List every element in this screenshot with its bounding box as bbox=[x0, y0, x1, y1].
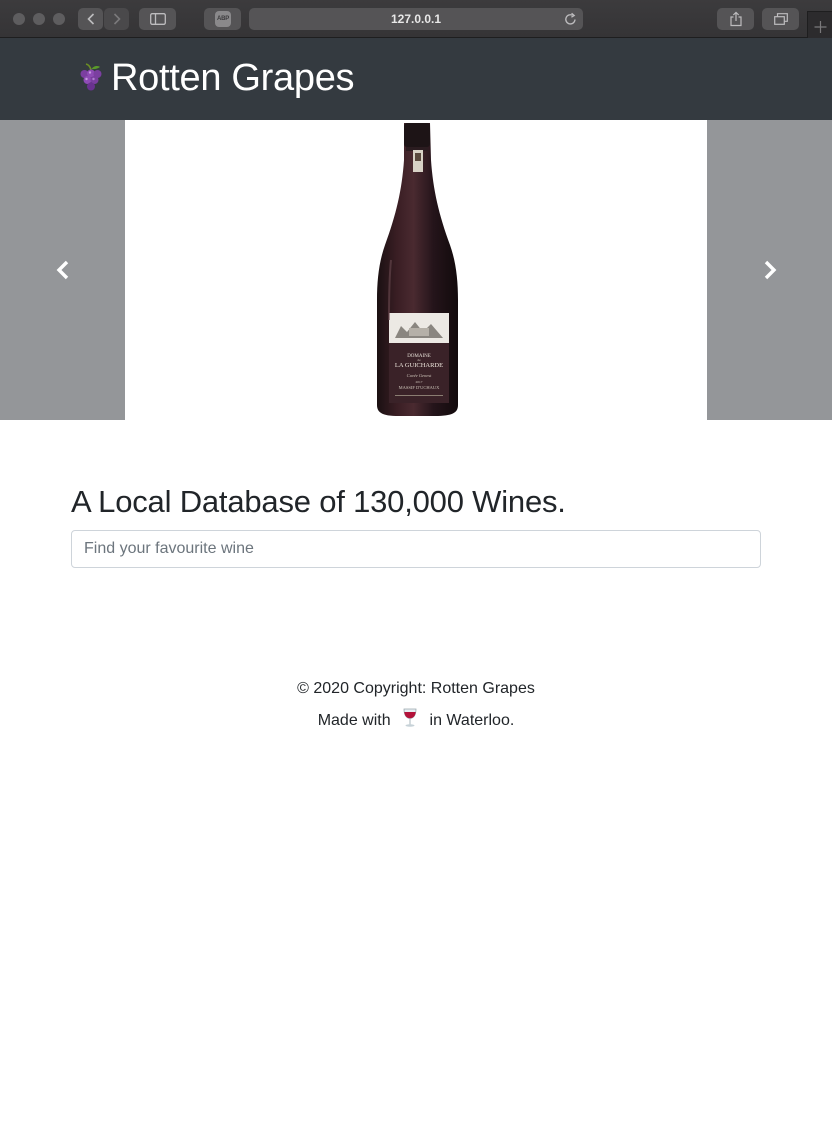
made-with-prefix: Made with bbox=[317, 712, 391, 729]
reload-icon[interactable] bbox=[564, 12, 577, 26]
label-year: 2017 bbox=[416, 380, 423, 384]
navbar: Rotten Grapes bbox=[0, 38, 832, 120]
close-window-button[interactable] bbox=[13, 13, 25, 25]
page-heading: A Local Database of 130,000 Wines. bbox=[71, 484, 566, 519]
label-cuvee: Cuvée Genest bbox=[407, 373, 433, 378]
sidebar-icon bbox=[149, 13, 166, 25]
zoom-window-button[interactable] bbox=[53, 13, 65, 25]
carousel-slide: DOMAINE de LA GUICHARDE Cuvée Genest 201… bbox=[125, 120, 707, 420]
wine-bottle-image: DOMAINE de LA GUICHARDE Cuvée Genest 201… bbox=[377, 123, 458, 416]
url-text: 127.0.0.1 bbox=[390, 12, 442, 26]
new-tab-button[interactable] bbox=[807, 11, 832, 38]
tabs-overview-button[interactable] bbox=[762, 8, 799, 30]
share-button[interactable] bbox=[717, 8, 754, 30]
carousel-next-button[interactable] bbox=[707, 120, 832, 420]
made-with-suffix: in Waterloo. bbox=[429, 712, 515, 729]
footer: © 2020 Copyright: Rotten Grapes Made wit… bbox=[0, 678, 832, 738]
browser-toolbar: ABP 127.0.0.1 bbox=[0, 0, 832, 38]
sidebar-toggle-button[interactable] bbox=[139, 8, 176, 30]
minimize-window-button[interactable] bbox=[33, 13, 45, 25]
copyright-text: © 2020 Copyright: Rotten Grapes bbox=[297, 680, 535, 697]
chevron-left-icon bbox=[86, 13, 94, 25]
chevron-right-icon bbox=[764, 260, 776, 280]
address-bar[interactable]: 127.0.0.1 bbox=[249, 8, 583, 30]
carousel-prev-button[interactable] bbox=[0, 120, 125, 420]
back-button[interactable] bbox=[78, 8, 103, 30]
tabs-icon bbox=[773, 13, 788, 25]
label-region: MASSIF D'UCHAUX bbox=[399, 385, 440, 390]
chevron-right-icon bbox=[113, 13, 121, 25]
made-with-line: Made with in Waterloo. bbox=[0, 708, 832, 738]
wine-glass-icon bbox=[403, 708, 417, 727]
chevron-left-icon bbox=[56, 260, 68, 280]
adblock-icon: ABP bbox=[215, 11, 231, 27]
wine-search-input[interactable] bbox=[71, 530, 761, 568]
wine-carousel: DOMAINE de LA GUICHARDE Cuvée Genest 201… bbox=[0, 120, 832, 420]
plus-icon bbox=[814, 21, 827, 33]
share-icon bbox=[729, 11, 742, 27]
brand-title: Rotten Grapes bbox=[111, 56, 355, 99]
label-estate: LA GUICHARDE bbox=[395, 362, 443, 369]
grapes-icon bbox=[80, 63, 102, 91]
forward-button[interactable] bbox=[104, 8, 129, 30]
navbar-brand[interactable]: Rotten Grapes bbox=[77, 55, 355, 101]
adblock-button[interactable]: ABP bbox=[204, 8, 241, 30]
